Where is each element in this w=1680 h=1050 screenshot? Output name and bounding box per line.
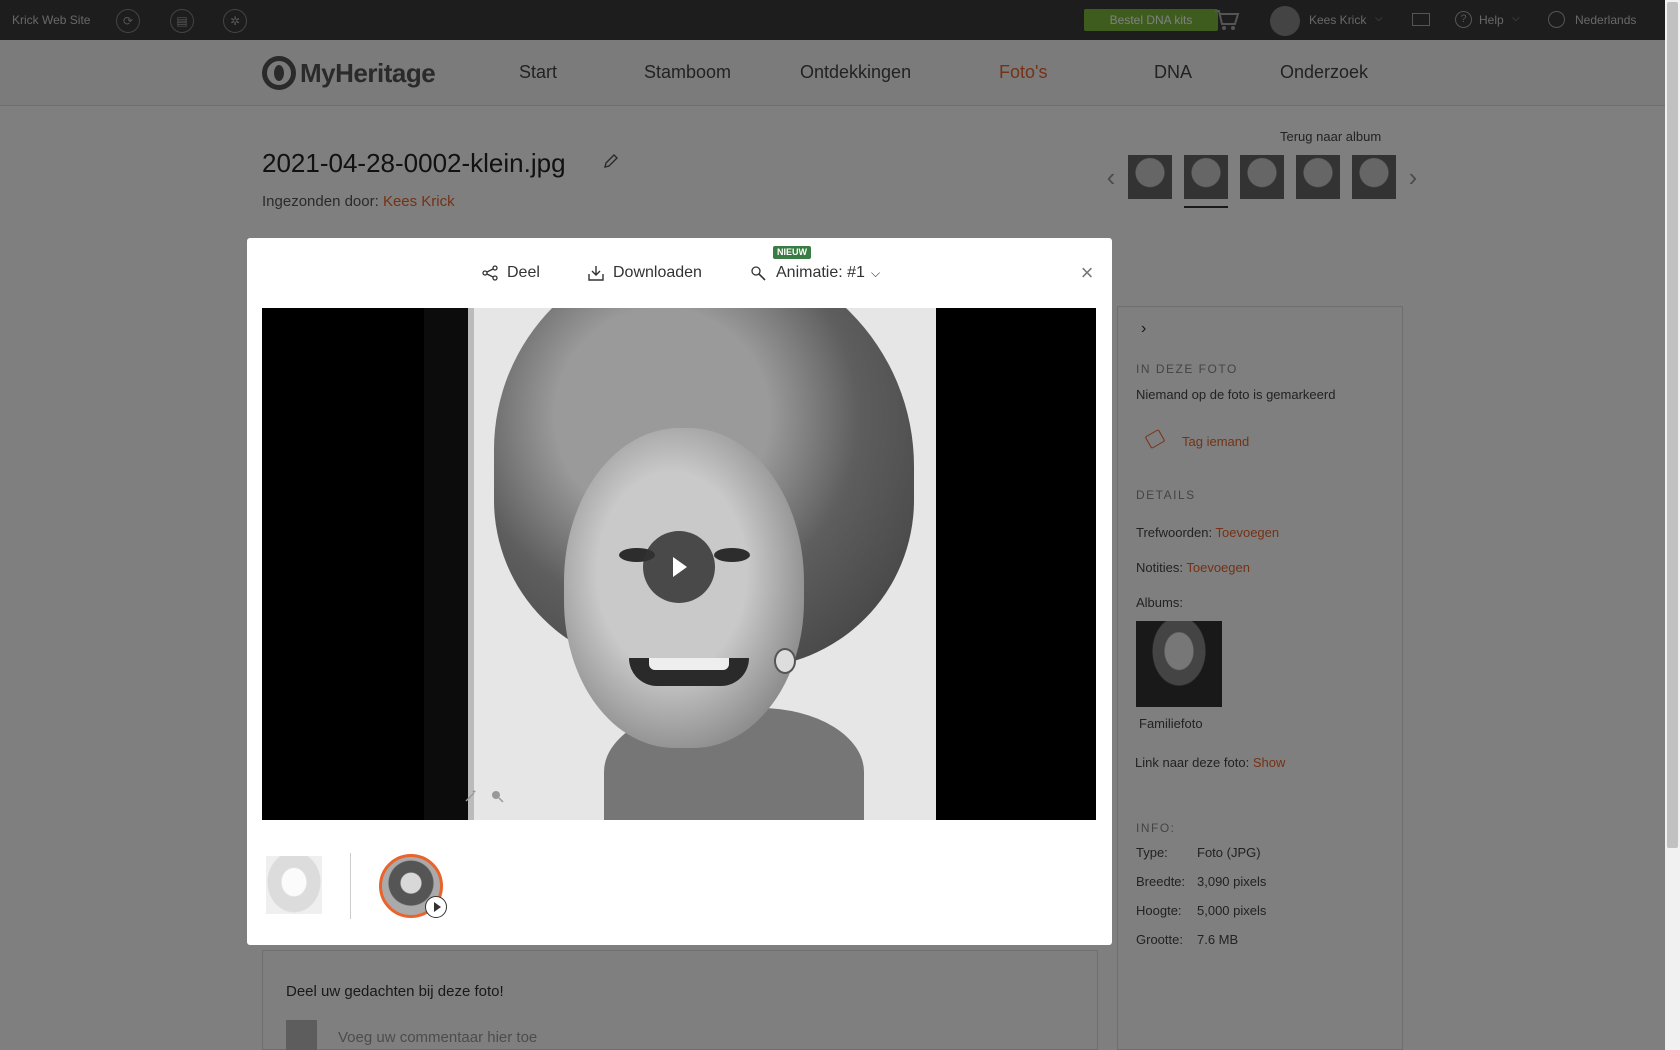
portrait-eye xyxy=(714,548,750,562)
share-icon xyxy=(482,265,498,281)
animation-selector[interactable]: Animatie: #1 ⌵ xyxy=(750,264,880,282)
chevron-down-icon: ⌵ xyxy=(870,265,881,280)
share-label: Deel xyxy=(507,264,540,281)
enhance-wand-icon xyxy=(465,790,476,802)
magic-wand-icon xyxy=(751,266,766,281)
play-icon xyxy=(425,896,447,918)
new-badge: NIEUW xyxy=(773,246,811,259)
page-scrollbar-thumb[interactable] xyxy=(1667,2,1678,848)
film-edge xyxy=(424,308,474,820)
animation-label: Animatie: #1 xyxy=(776,264,865,281)
download-label: Downloaden xyxy=(613,264,702,281)
download-button[interactable]: Downloaden xyxy=(587,264,702,282)
download-icon xyxy=(588,266,604,281)
portrait-teeth xyxy=(649,658,729,670)
play-button[interactable] xyxy=(643,531,715,603)
animate-icon xyxy=(492,791,504,803)
close-icon[interactable]: × xyxy=(1077,262,1097,284)
share-button[interactable]: Deel xyxy=(481,264,540,282)
portrait-earring xyxy=(774,648,796,674)
original-photo-thumbnail[interactable] xyxy=(266,856,322,914)
thumbnail-divider xyxy=(350,853,351,919)
